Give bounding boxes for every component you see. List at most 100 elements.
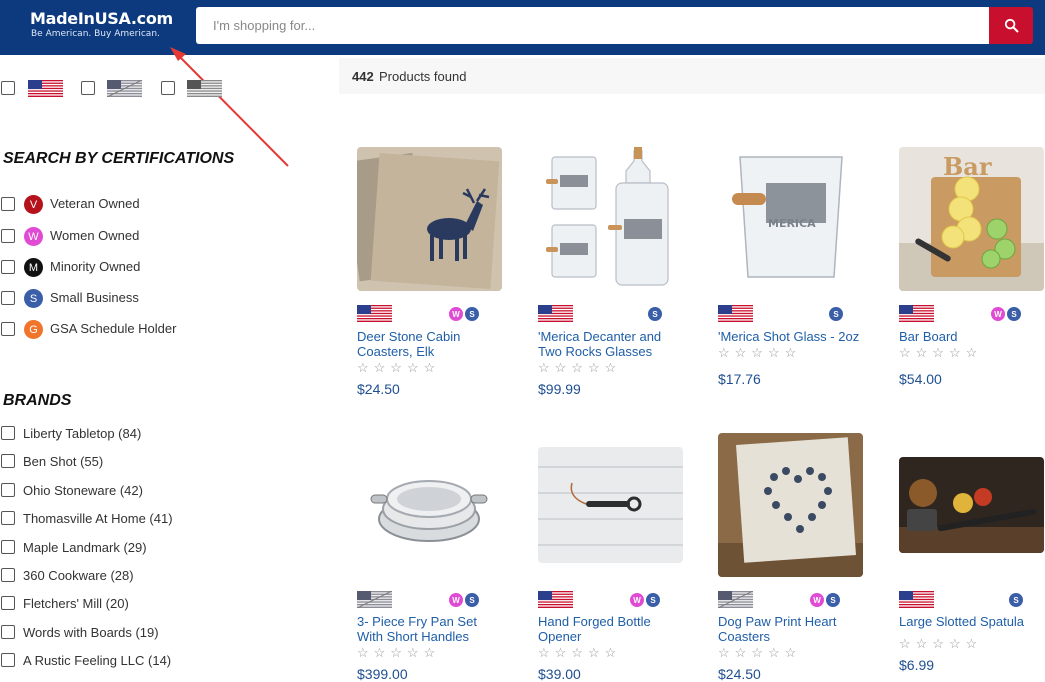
cert-women-owned[interactable]: W Women Owned [0, 225, 200, 247]
brand-item[interactable]: Words with Boards (19) [0, 623, 200, 643]
product-card[interactable]: W S 3- Piece Fry Pan Set With Short Hand… [356, 433, 507, 682]
checkbox[interactable] [1, 625, 15, 639]
checkbox[interactable] [1, 653, 15, 667]
product-card[interactable]: Bar W S Bar Board ☆☆☆☆☆ $54.00 [899, 147, 1045, 407]
product-price: $6.99 [899, 657, 935, 673]
brand-item[interactable]: Thomasville At Home (41) [0, 509, 200, 529]
checkbox[interactable] [1, 197, 15, 211]
site-logo[interactable]: MadeInUSA.com Be American. Buy American. [30, 9, 173, 39]
usa-flag-icon [357, 305, 392, 322]
veteran-badge-icon: V [24, 195, 43, 214]
brand-item[interactable]: A Rustic Feeling LLC (14) [0, 651, 200, 671]
product-image[interactable] [538, 447, 683, 563]
brand-item[interactable]: Ohio Stoneware (42) [0, 481, 200, 501]
search-icon [1004, 18, 1018, 33]
brand-item[interactable]: Fletchers' Mill (20) [0, 594, 200, 614]
cert-label: Minority Owned [50, 259, 141, 274]
cert-label: Small Business [50, 290, 139, 305]
checkbox[interactable] [1, 426, 15, 440]
usa-flag-grey-icon[interactable] [187, 80, 222, 97]
brand-item[interactable]: Ben Shot (55) [0, 452, 200, 472]
search-input[interactable] [196, 7, 989, 44]
product-price: $24.50 [718, 666, 761, 682]
brand-item[interactable]: Liberty Tabletop (84) [0, 424, 200, 444]
checkbox[interactable] [1, 454, 15, 468]
search-box [196, 7, 989, 44]
cert-small-business[interactable]: S Small Business [0, 287, 200, 309]
checkbox[interactable] [1, 511, 15, 525]
product-card[interactable]: W S Deer Stone Cabin Coasters, Elk ☆☆☆☆☆… [357, 147, 507, 407]
product-card[interactable]: S 'Merica Decanter and Two Rocks Glasses… [538, 147, 688, 407]
flag-filter-checkbox-3[interactable] [161, 81, 175, 95]
product-image[interactable]: Bar [899, 147, 1044, 291]
checkbox[interactable] [1, 568, 15, 582]
checkbox[interactable] [1, 291, 15, 305]
product-price: $54.00 [899, 371, 942, 387]
brands-heading: BRANDS [3, 392, 72, 409]
flag-filter-checkbox-1[interactable] [1, 81, 15, 95]
results-label: Products found [379, 69, 467, 84]
cert-badges: W S [810, 593, 840, 607]
rating-stars: ☆☆☆☆☆ [718, 345, 802, 360]
product-card[interactable]: W S Hand Forged Bottle Opener ☆☆☆☆☆ $39.… [538, 433, 688, 682]
product-title[interactable]: Deer Stone Cabin Coasters, Elk [357, 329, 497, 359]
cert-badges: W S [449, 593, 479, 607]
brand-item[interactable]: Maple Landmark (29) [0, 538, 200, 558]
product-card[interactable]: S Large Slotted Spatula ☆☆☆☆☆ $6.99 [899, 433, 1045, 673]
results-count: 442 [352, 69, 374, 84]
product-card[interactable]: W S Dog Paw Print Heart Coasters ☆☆☆☆☆ $… [717, 433, 868, 682]
product-title[interactable]: 'Merica Shot Glass - 2oz [718, 329, 868, 344]
cert-badges: S [1009, 593, 1023, 607]
checkbox[interactable] [1, 322, 15, 336]
svg-text:MERICA: MERICA [768, 217, 816, 230]
small-business-badge-icon: S [1007, 307, 1021, 321]
usa-flag-muted-icon[interactable] [107, 80, 142, 97]
product-image[interactable] [899, 457, 1044, 553]
rating-stars: ☆☆☆☆☆ [357, 645, 441, 660]
product-title[interactable]: 3- Piece Fry Pan Set With Short Handles [357, 614, 497, 644]
brand-label: Liberty Tabletop (84) [23, 426, 142, 441]
checkbox[interactable] [1, 540, 15, 554]
cert-gsa-schedule[interactable]: G GSA Schedule Holder [0, 318, 200, 340]
brand-label: 360 Cookware (28) [23, 568, 134, 583]
product-image[interactable]: MERICA [718, 147, 863, 291]
product-title[interactable]: Bar Board [899, 329, 1039, 344]
rating-stars: ☆☆☆☆☆ [357, 360, 441, 375]
cert-badges: W S [630, 593, 660, 607]
results-count-bar: 442 Products found [339, 58, 1045, 94]
checkbox[interactable] [1, 596, 15, 610]
product-image[interactable] [718, 433, 863, 577]
usa-flag-icon [538, 591, 573, 608]
product-card[interactable]: MERICA S 'Merica Shot Glass - 2oz ☆☆☆☆☆ … [718, 147, 868, 407]
certifications-heading: SEARCH BY CERTIFICATIONS [3, 150, 235, 167]
rating-stars: ☆☆☆☆☆ [538, 360, 622, 375]
search-button[interactable] [989, 7, 1033, 44]
women-badge-icon: W [630, 593, 644, 607]
usa-flag-icon [899, 591, 934, 608]
cert-label: GSA Schedule Holder [50, 321, 177, 336]
product-image[interactable] [538, 147, 683, 291]
brand-item[interactable]: 360 Cookware (28) [0, 566, 200, 586]
cert-minority-owned[interactable]: M Minority Owned [0, 256, 200, 278]
product-title[interactable]: Large Slotted Spatula [899, 614, 1045, 629]
small-business-badge-icon: S [465, 593, 479, 607]
rating-stars: ☆☆☆☆☆ [718, 645, 802, 660]
checkbox[interactable] [1, 483, 15, 497]
cert-veteran-owned[interactable]: V Veteran Owned [0, 193, 200, 215]
product-title[interactable]: 'Merica Decanter and Two Rocks Glasses [538, 329, 678, 359]
minority-badge-icon: M [24, 258, 43, 277]
women-badge-icon: W [24, 227, 43, 246]
checkbox[interactable] [1, 260, 15, 274]
usa-flag-muted-icon [356, 590, 393, 609]
product-image[interactable] [357, 433, 502, 577]
usa-flag-icon[interactable] [28, 80, 63, 97]
flag-filter-checkbox-2[interactable] [81, 81, 95, 95]
product-image[interactable] [357, 147, 502, 291]
checkbox[interactable] [1, 229, 15, 243]
logo-title[interactable]: MadeInUSA.com [30, 9, 173, 28]
rating-stars: ☆☆☆☆☆ [538, 645, 622, 660]
product-title[interactable]: Dog Paw Print Heart Coasters [718, 614, 858, 644]
usa-flag-icon [718, 305, 753, 322]
product-price: $99.99 [538, 381, 581, 397]
product-title[interactable]: Hand Forged Bottle Opener [538, 614, 678, 644]
